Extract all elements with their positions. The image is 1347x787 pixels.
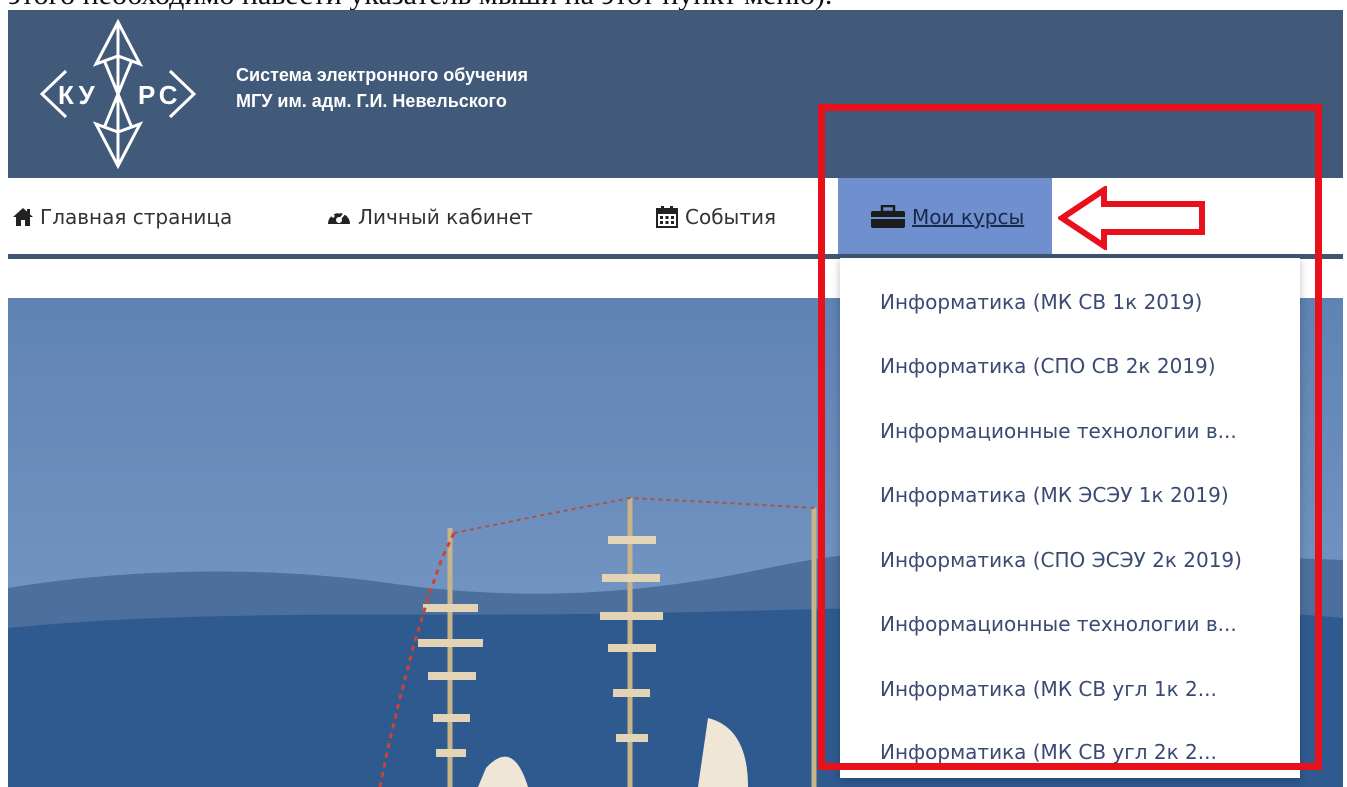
nav-item-dashboard-label: Личный кабинет <box>358 205 533 229</box>
site-title[interactable]: Система электронного обучения МГУ им. ад… <box>236 62 528 114</box>
pointer-arrow-icon <box>1058 186 1205 250</box>
kurs-logo[interactable]: КУ РС <box>28 16 208 172</box>
home-icon <box>12 207 34 227</box>
svg-text:КУ: КУ <box>58 80 99 110</box>
svg-text:РС: РС <box>138 80 181 110</box>
nav-item-home[interactable]: Главная страница <box>12 178 232 256</box>
dashboard-icon <box>326 206 352 228</box>
nav-item-home-label: Главная страница <box>40 205 233 229</box>
nav-item-events-label: События <box>685 205 777 229</box>
nav-item-dashboard[interactable]: Личный кабинет <box>326 178 533 256</box>
document-caption: этого необходимо навести указатель мыши … <box>0 0 1347 10</box>
nav-item-events[interactable]: События <box>655 178 776 256</box>
calendar-icon <box>655 205 679 229</box>
site-title-line-1: Система электронного обучения <box>236 65 529 85</box>
site-title-line-2: МГУ им. адм. Г.И. Невельского <box>236 91 507 111</box>
